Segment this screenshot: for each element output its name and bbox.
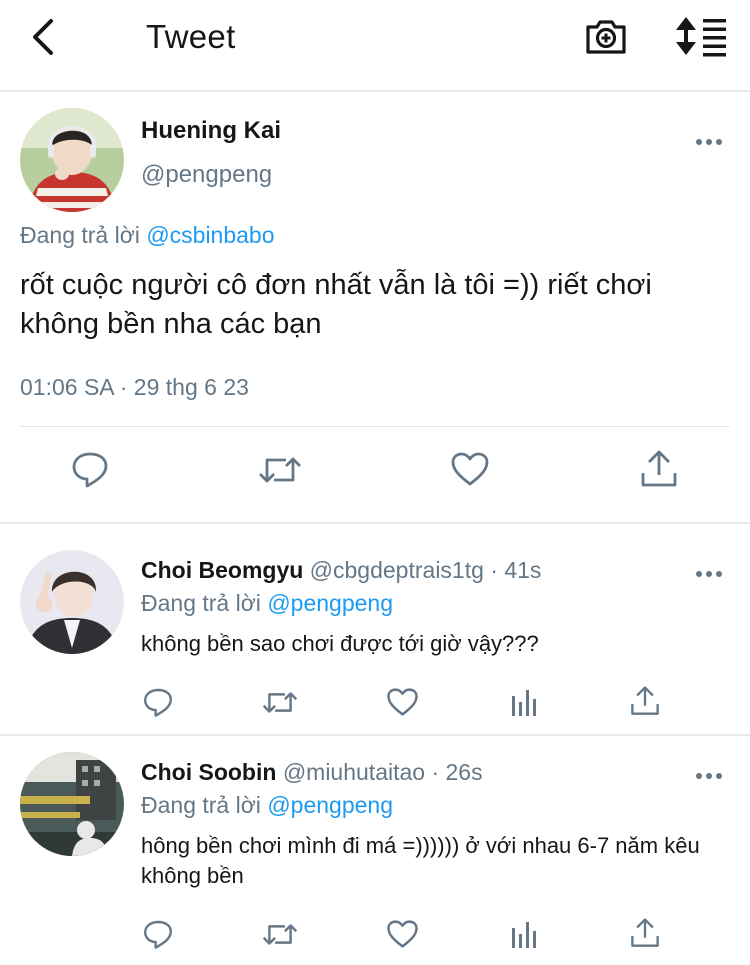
analytics-button[interactable] xyxy=(510,918,538,950)
chevron-left-icon xyxy=(33,19,53,55)
camera-add-icon xyxy=(586,20,626,54)
like-icon xyxy=(387,920,418,948)
more-dot-icon xyxy=(696,571,702,577)
more-dot-icon xyxy=(696,139,702,145)
share-button[interactable] xyxy=(630,917,660,949)
like-icon xyxy=(451,452,489,486)
tweet-text: hông bền chơi mình đi má =)))))) ở với n… xyxy=(141,833,700,888)
share-button[interactable] xyxy=(630,685,660,717)
more-dot-icon xyxy=(706,773,712,779)
tweet-actions xyxy=(0,916,750,956)
reply-button[interactable] xyxy=(142,918,174,950)
like-button[interactable] xyxy=(450,451,490,487)
analytics-icon xyxy=(512,922,536,948)
top-bar: Tweet xyxy=(0,0,750,92)
more-options-button[interactable] xyxy=(694,768,724,784)
tweet-actions xyxy=(0,684,750,724)
like-button[interactable] xyxy=(386,919,419,949)
like-button[interactable] xyxy=(386,687,419,717)
page-title: Tweet xyxy=(146,18,236,55)
more-options-button[interactable] xyxy=(694,566,724,582)
share-button[interactable] xyxy=(640,449,678,489)
reply-prefix: Đang trả lời xyxy=(141,792,261,818)
reply-icon xyxy=(72,452,108,488)
more-dot-icon xyxy=(716,139,722,145)
reply-mention-link[interactable]: @pengpeng xyxy=(267,792,393,818)
share-icon xyxy=(631,918,659,947)
avatar[interactable] xyxy=(20,752,124,856)
like-icon xyxy=(387,688,418,716)
more-dot-icon xyxy=(706,139,712,145)
analytics-button[interactable] xyxy=(510,686,538,718)
tweet-actions xyxy=(0,427,750,521)
reply-icon xyxy=(144,920,172,949)
tweet-text: không bền sao chơi được tới giờ vậy??? xyxy=(141,631,539,656)
author-name[interactable]: Huening Kai xyxy=(141,117,281,145)
reply-tweet: Choi Soobin @miuhutaitao · 26s Đang trả … xyxy=(0,726,750,965)
author-handle[interactable]: @pengpeng xyxy=(141,161,272,189)
retweet-icon xyxy=(262,692,298,713)
more-dot-icon xyxy=(706,571,712,577)
reply-mention-link[interactable]: @csbinbabo xyxy=(146,222,274,248)
tweet-timestamp[interactable]: 01:06 SA · 29 thg 6 23 xyxy=(20,374,249,401)
avatar[interactable] xyxy=(20,550,124,654)
retweet-button[interactable] xyxy=(262,687,298,718)
reply-context: Đang trả lời @pengpeng xyxy=(141,590,393,617)
author-name[interactable]: Choi Beomgyu xyxy=(141,557,303,583)
more-dot-icon xyxy=(716,773,722,779)
author-name[interactable]: Choi Soobin xyxy=(141,759,276,785)
author-handle-time[interactable]: @miuhutaitao · 26s xyxy=(283,759,483,785)
sort-list-icon xyxy=(676,17,726,57)
sort-button[interactable] xyxy=(676,14,728,58)
reply-icon xyxy=(144,688,172,717)
reply-context: Đang trả lời @pengpeng xyxy=(141,792,393,819)
tweet-text: rốt cuộc người cô đơn nhất vẫn là tôi =)… xyxy=(20,269,652,340)
reply-header: Choi Beomgyu @cbgdeptrais1tg · 41s xyxy=(141,557,541,584)
retweet-icon xyxy=(262,924,298,945)
reply-button[interactable] xyxy=(70,449,110,489)
more-options-button[interactable] xyxy=(694,134,724,150)
reply-tweet: Choi Beomgyu @cbgdeptrais1tg · 41s Đang … xyxy=(0,524,750,734)
camera-button[interactable] xyxy=(584,14,628,58)
reply-header: Choi Soobin @miuhutaitao · 26s xyxy=(141,759,483,786)
reply-button[interactable] xyxy=(142,686,174,718)
reply-mention-link[interactable]: @pengpeng xyxy=(267,590,393,616)
more-dot-icon xyxy=(716,571,722,577)
share-icon xyxy=(641,450,677,487)
retweet-button[interactable] xyxy=(258,451,302,489)
reply-context: Đang trả lời @csbinbabo xyxy=(20,222,275,249)
author-handle-time[interactable]: @cbgdeptrais1tg · 41s xyxy=(310,557,542,583)
more-dot-icon xyxy=(696,773,702,779)
reply-prefix: Đang trả lời xyxy=(141,590,261,616)
retweet-button[interactable] xyxy=(262,919,298,950)
analytics-icon xyxy=(512,690,536,716)
avatar[interactable] xyxy=(20,108,124,212)
share-icon xyxy=(631,686,659,715)
retweet-icon xyxy=(259,457,301,483)
back-button[interactable] xyxy=(26,16,66,60)
reply-prefix: Đang trả lời xyxy=(20,222,140,248)
main-tweet: Huening Kai @pengpeng Đang trả lời @csbi… xyxy=(0,94,750,522)
